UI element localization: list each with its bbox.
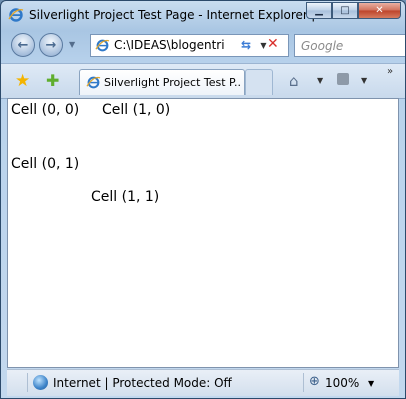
status-divider	[303, 373, 304, 392]
status-divider	[27, 373, 28, 392]
page-content: Cell (0, 0) Cell (1, 0) Cell (0, 1) Cell…	[7, 98, 399, 368]
home-dropdown-icon[interactable]: ▼	[317, 76, 323, 85]
toolbar-overflow-icon[interactable]: »	[387, 66, 393, 77]
feeds-icon[interactable]	[337, 73, 349, 85]
grid-cell-1-1: Cell (1, 1)	[91, 189, 160, 205]
favorites-star-icon[interactable]: ★	[15, 71, 30, 91]
add-favorites-icon[interactable]: ✚	[46, 71, 59, 90]
close-button[interactable]: ✕	[358, 2, 401, 19]
back-button[interactable]: ←	[11, 33, 35, 57]
ie-logo-icon	[8, 8, 24, 22]
new-tab-button[interactable]	[245, 69, 273, 95]
feeds-dropdown-icon[interactable]: ▼	[361, 76, 367, 85]
recent-pages-dropdown-icon[interactable]: ▼	[69, 40, 75, 49]
maximize-icon: □	[340, 5, 350, 16]
security-zone[interactable]: Internet | Protected Mode: Off	[53, 376, 232, 390]
refresh-icon[interactable]: ⇆	[241, 38, 251, 52]
stop-icon[interactable]: ✕	[267, 36, 279, 52]
search-box[interactable]: Google	[294, 34, 405, 57]
address-bar[interactable]: C:\IDEAS\blogentri ▼	[90, 34, 289, 57]
zoom-dropdown-icon[interactable]: ▼	[368, 379, 374, 388]
maximize-button[interactable]: □	[332, 2, 358, 19]
tab-label: Silverlight Project Test P...	[104, 76, 240, 89]
minimize-button[interactable]: ▁	[306, 2, 332, 19]
back-arrow-icon: ←	[17, 37, 29, 53]
search-input[interactable]: Google	[301, 39, 343, 53]
ie-page-icon	[86, 76, 101, 89]
browser-window: Silverlight Project Test Page - Internet…	[0, 0, 406, 399]
address-input[interactable]: C:\IDEAS\blogentri	[114, 38, 254, 52]
forward-arrow-icon: →	[45, 37, 57, 53]
ie-page-icon	[95, 39, 110, 52]
zoom-icon[interactable]: ⊕	[309, 374, 320, 389]
tab-silverlight-test-page[interactable]: Silverlight Project Test P...	[79, 69, 245, 95]
globe-icon	[33, 375, 48, 390]
home-icon[interactable]: ⌂	[289, 72, 299, 90]
zoom-level[interactable]: 100%	[325, 376, 359, 390]
window-title: Silverlight Project Test Page - Internet…	[29, 8, 335, 22]
grid-cell-0-0: Cell (0, 0)	[11, 102, 80, 118]
grid-cell-0-1: Cell (0, 1)	[11, 156, 80, 172]
forward-button[interactable]: →	[39, 33, 63, 57]
caption-buttons: ▁ □ ✕	[306, 2, 401, 20]
status-bar: Internet | Protected Mode: Off ⊕ 100% ▼	[7, 369, 399, 396]
tab-row: ★ ✚ Silverlight Project Test P... ⌂ ▼ ▼ …	[1, 63, 405, 99]
navigation-bar: ← → ▼ C:\IDEAS\blogentri ▼ ⇆ ✕ Google	[1, 31, 405, 61]
minimize-icon: ▁	[315, 5, 323, 16]
title-bar[interactable]: Silverlight Project Test Page - Internet…	[1, 1, 405, 29]
grid-cell-1-0: Cell (1, 0)	[102, 102, 171, 118]
close-icon: ✕	[375, 5, 384, 16]
